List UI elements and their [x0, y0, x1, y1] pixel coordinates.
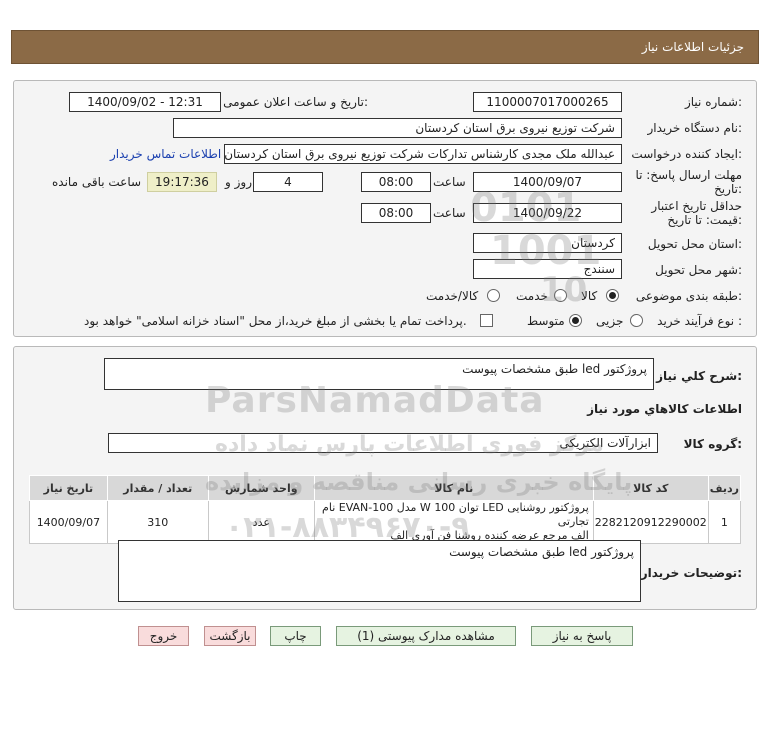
summary-field[interactable]: پروژکتور led طبق مشخصات پیوست	[104, 358, 654, 390]
goods-group-field[interactable]: ابزارآلات الکتریکی	[108, 433, 658, 453]
goods-table-header: ردیف کد کالا نام کالا واحد شمارش تعداد /…	[29, 475, 742, 501]
goods-info-title: اطلاعات کالاهاي مورد نياز	[587, 402, 742, 416]
validity-date-field[interactable]: 1400/09/22	[473, 203, 622, 223]
goods-group-label: گروه کالا:	[683, 437, 742, 451]
buyer-desc-label: توضیحات خریدار:	[640, 566, 742, 580]
buyer-desc-field[interactable]: پروژکتور led طبق مشخصات پیوست	[118, 540, 641, 602]
category-radio-goods-service[interactable]	[487, 289, 500, 302]
col-row: ردیف	[707, 475, 742, 501]
creator-label: ایجاد کننده درخواست:	[631, 147, 742, 161]
category-option-service: خدمت	[516, 289, 548, 303]
need-number-label: شماره نیاز:	[684, 95, 742, 109]
remaining-label: ساعت باقی مانده	[52, 175, 142, 189]
treasury-payment-note: پرداخت تمام یا بخشی از مبلغ خرید،از محل …	[84, 314, 467, 328]
exit-button[interactable]: خروج	[138, 626, 189, 646]
city-field[interactable]: سنندج	[473, 259, 622, 279]
reply-button[interactable]: پاسخ به نیاز	[531, 626, 633, 646]
col-qty: تعداد / مقدار	[106, 475, 209, 501]
buyer-contact-link[interactable]: اطلاعات تماس خریدار	[110, 147, 221, 161]
buyer-org-field[interactable]: شرکت توزیع نیروی برق استان کردستان	[173, 118, 622, 138]
view-attachments-button[interactable]: مشاهده مدارک پیوستی (1)	[336, 626, 516, 646]
col-code: کد کالا	[592, 475, 709, 501]
days-remaining-field[interactable]: 4	[253, 172, 323, 192]
cell-qty: 310	[106, 500, 209, 544]
province-field[interactable]: کردستان	[473, 233, 622, 253]
city-label: شهر محل تحویل:	[655, 263, 742, 277]
announce-field[interactable]: 1400/09/02 - 12:31	[69, 92, 221, 112]
summary-label: شرح کلي نياز:	[656, 369, 742, 383]
col-name: نام کالا	[313, 475, 594, 501]
process-label: نوع فرآیند خرید :	[657, 314, 742, 328]
deadline-label-line1: مهلت ارسال پاسخ: تا	[635, 168, 742, 182]
process-radio-medium[interactable]	[569, 314, 582, 327]
cell-name-line1: پروژکتور روشنایی LED توان 100 W مدل EVAN…	[322, 501, 589, 528]
cell-code: 2282120912290002	[592, 500, 709, 544]
treasury-payment-checkbox[interactable]	[480, 314, 493, 327]
validity-time-field[interactable]: 08:00	[361, 203, 431, 223]
validity-time-label: ساعت	[433, 206, 466, 220]
validity-label-line2: قیمت: تا تاریخ:	[667, 213, 742, 227]
back-button[interactable]: بازگشت	[204, 626, 256, 646]
process-option-medium: متوسط	[527, 314, 565, 328]
province-label: استان محل تحویل:	[647, 237, 742, 251]
process-radio-minor[interactable]	[630, 314, 643, 327]
category-radio-goods[interactable]	[606, 289, 619, 302]
cell-unit: عدد	[207, 500, 315, 544]
goods-table: ردیف کد کالا نام کالا واحد شمارش تعداد /…	[29, 475, 742, 544]
days-label: روز و	[225, 175, 252, 189]
deadline-time-label: ساعت	[433, 175, 466, 189]
col-date: تاریخ نیاز	[29, 475, 108, 501]
validity-label-line1: حداقل تاریخ اعتبار	[651, 199, 742, 213]
col-unit: واحد شمارش	[207, 475, 315, 501]
category-label: طبقه بندی موضوعی:	[635, 289, 742, 303]
cell-row: 1	[707, 500, 742, 544]
remaining-time-field: 19:17:36	[147, 172, 217, 192]
page-title: جزئیات اطلاعات نیاز	[641, 40, 744, 54]
buyer-org-label: نام دستگاه خریدار:	[647, 121, 743, 135]
category-option-goods-service: کالا/خدمت	[426, 289, 479, 303]
process-option-minor: جزیی	[596, 314, 624, 328]
cell-date: 1400/09/07	[29, 500, 108, 544]
creator-field[interactable]: عبدالله ملک مجدی کارشناس تدارکات شرکت تو…	[224, 144, 622, 164]
category-radio-service[interactable]	[554, 289, 567, 302]
deadline-date-field[interactable]: 1400/09/07	[473, 172, 622, 192]
category-option-goods: کالا	[581, 289, 598, 303]
cell-name: پروژکتور روشنایی LED توان 100 W مدل EVAN…	[313, 500, 594, 544]
announce-label: تاریخ و ساعت اعلان عمومی:	[223, 95, 368, 109]
print-button[interactable]: چاپ	[270, 626, 321, 646]
table-row[interactable]: 1 2282120912290002 پروژکتور روشنایی LED …	[29, 500, 742, 544]
deadline-label-line2: تاریخ:	[714, 182, 742, 196]
need-number-field[interactable]: 1100007017000265	[473, 92, 622, 112]
page-title-bar: جزئیات اطلاعات نیاز	[11, 30, 759, 64]
deadline-time-field[interactable]: 08:00	[361, 172, 431, 192]
